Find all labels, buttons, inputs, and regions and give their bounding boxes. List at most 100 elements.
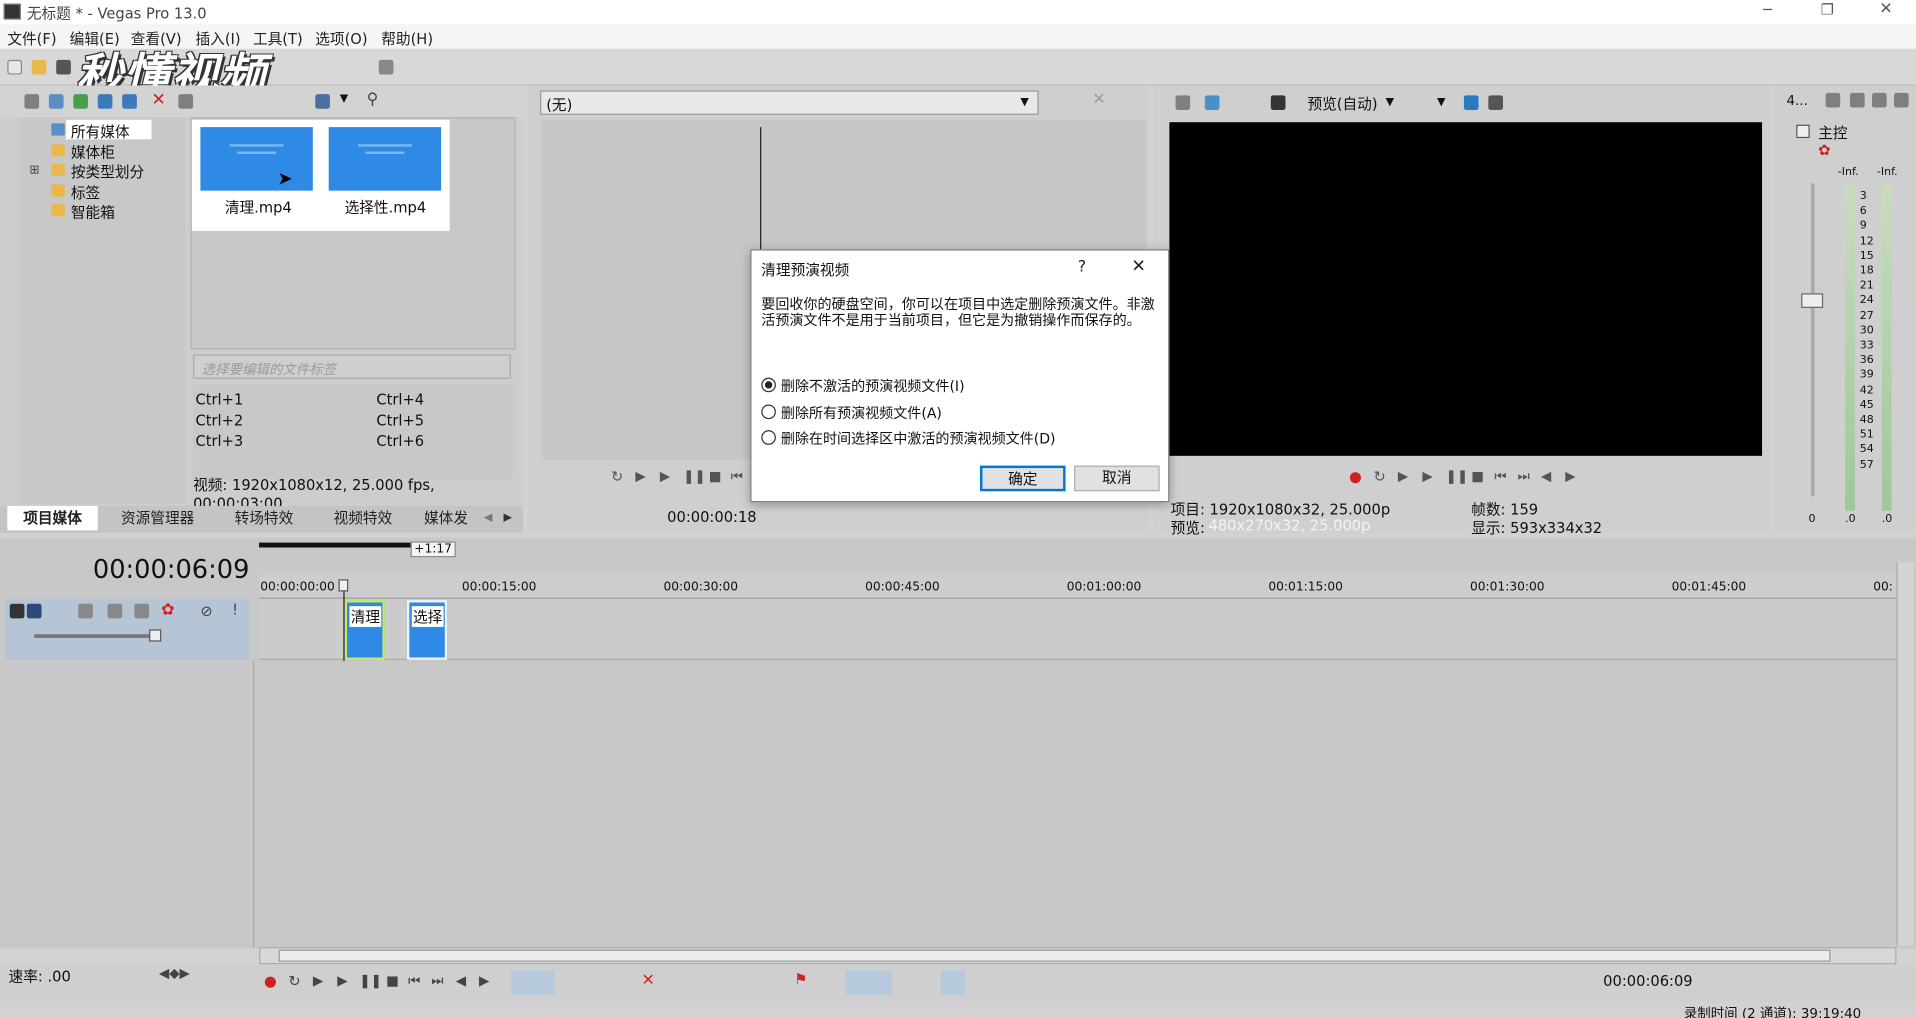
- properties-icon[interactable]: [178, 94, 194, 109]
- master-checkbox[interactable]: [1796, 124, 1810, 139]
- chevron-down-icon[interactable]: ▼: [1437, 97, 1445, 109]
- stop-icon[interactable]: ■: [1471, 468, 1484, 484]
- tab-transitions[interactable]: 转场特效: [218, 506, 311, 530]
- play-from-start-icon[interactable]: ▶: [1398, 468, 1408, 484]
- maximize-button[interactable]: ❐: [1821, 1, 1834, 18]
- mixer-icon[interactable]: [1850, 92, 1865, 108]
- track-lane[interactable]: [259, 598, 1897, 660]
- close-window-button[interactable]: ✕: [1879, 0, 1892, 18]
- import-media-icon[interactable]: [24, 94, 40, 109]
- tree-item-smart-bins[interactable]: 智能箱: [71, 202, 115, 223]
- help-button[interactable]: ?: [1078, 258, 1086, 276]
- delete-icon[interactable]: ✕: [642, 972, 655, 990]
- views-icon[interactable]: [315, 94, 330, 109]
- mixer-icon[interactable]: [1872, 92, 1887, 108]
- record-icon[interactable]: ●: [1349, 468, 1362, 485]
- tree-item-all-media[interactable]: 所有媒体: [71, 121, 130, 142]
- go-to-start-icon[interactable]: ⏮: [731, 468, 743, 485]
- loop-icon[interactable]: ↻: [288, 973, 300, 990]
- go-to-start-icon[interactable]: ⏮: [408, 973, 420, 990]
- media-name-1[interactable]: 清理.mp4: [225, 197, 292, 218]
- search-icon[interactable]: ⚲: [367, 90, 379, 108]
- trimmer-close-icon[interactable]: ✕: [1092, 90, 1105, 108]
- preview-mode-label[interactable]: 预览(自动): [1307, 93, 1377, 114]
- tree-item-tags[interactable]: 标签: [71, 182, 100, 203]
- fx-icon[interactable]: ✿: [1818, 142, 1830, 159]
- media-thumb-2[interactable]: [328, 127, 442, 191]
- mixer-icon[interactable]: [1825, 92, 1841, 108]
- tag-input[interactable]: 选择要编辑的文件标签: [193, 354, 511, 379]
- clip-1[interactable]: 清理: [344, 600, 385, 660]
- track-minimize-icon[interactable]: [9, 603, 25, 619]
- play-icon[interactable]: ▶: [660, 468, 670, 484]
- mixer-icon[interactable]: [1894, 92, 1909, 108]
- go-to-end-icon[interactable]: ⏭: [431, 973, 443, 990]
- marker-icon[interactable]: ⚑: [794, 970, 807, 987]
- prev-frame-icon[interactable]: ◀: [456, 973, 466, 989]
- stop-icon[interactable]: ■: [709, 468, 722, 484]
- loop-region-bar[interactable]: [259, 542, 411, 548]
- pause-icon[interactable]: ❚❚: [1446, 468, 1469, 484]
- option-label-inactive[interactable]: 删除不激活的预演视频文件(I): [781, 376, 965, 396]
- capture-icon[interactable]: [48, 94, 64, 109]
- radio-all-files[interactable]: [761, 404, 776, 420]
- go-to-start-icon[interactable]: ⏮: [1494, 468, 1506, 485]
- tab-scroll-left-icon[interactable]: ◀: [484, 512, 492, 524]
- snapping-button[interactable]: [845, 970, 893, 995]
- dialog-close-button[interactable]: ✕: [1132, 257, 1146, 277]
- menu-options[interactable]: 选项(O): [315, 28, 367, 49]
- external-monitor-icon[interactable]: [1204, 95, 1220, 110]
- loop-icon[interactable]: ↻: [611, 468, 623, 485]
- stop-icon[interactable]: ■: [386, 973, 399, 989]
- pause-icon[interactable]: ❚❚: [683, 468, 706, 484]
- expand-icon[interactable]: ⊞: [29, 164, 39, 177]
- new-icon[interactable]: [7, 59, 22, 75]
- master-fader-handle[interactable]: [1801, 293, 1824, 308]
- ripple-button[interactable]: [940, 970, 966, 995]
- pause-icon[interactable]: ❚❚: [359, 973, 382, 989]
- rate-slider-icon[interactable]: ◀◆▶: [159, 965, 190, 981]
- tab-project-media[interactable]: 项目媒体: [7, 505, 98, 531]
- motion-icon[interactable]: [107, 603, 123, 619]
- track-level-handle[interactable]: [149, 629, 162, 642]
- next-frame-icon[interactable]: ▶: [479, 973, 489, 989]
- remove-media-icon[interactable]: ✕: [152, 90, 166, 110]
- save-snapshot-icon[interactable]: [1488, 95, 1503, 110]
- get-media-icon[interactable]: [73, 94, 88, 109]
- media-thumb-1[interactable]: [200, 127, 313, 191]
- tab-media-generators[interactable]: 媒体发: [415, 506, 476, 530]
- edit-tool-button[interactable]: [510, 970, 555, 995]
- views-dropdown-icon[interactable]: ▼: [340, 93, 348, 105]
- option-label-all[interactable]: 删除所有预演视频文件(A): [781, 403, 942, 423]
- trimmer-dropdown[interactable]: (无) ▼: [540, 90, 1039, 115]
- clip-2[interactable]: 选择: [406, 600, 448, 660]
- next-frame-icon[interactable]: ▶: [1565, 468, 1575, 484]
- refresh-icon[interactable]: [97, 94, 113, 109]
- tree-item-media-bins[interactable]: 媒体柜: [71, 142, 115, 163]
- option-label-selection[interactable]: 删除在时间选择区中激活的预演视频文件(D): [781, 429, 1056, 449]
- pan-crop-icon[interactable]: [134, 603, 150, 619]
- compositing-icon[interactable]: [78, 603, 93, 619]
- ok-button[interactable]: 确定: [979, 465, 1066, 492]
- copy-snapshot-icon[interactable]: [1463, 95, 1479, 110]
- tab-explorer[interactable]: 资源管理器: [105, 506, 210, 530]
- cursor-marker[interactable]: [338, 579, 349, 592]
- tab-scroll-right-icon[interactable]: ▶: [503, 512, 511, 524]
- play-from-start-icon[interactable]: ▶: [313, 973, 323, 989]
- vertical-scrollbar[interactable]: [1896, 562, 1914, 946]
- prev-frame-icon[interactable]: ◀: [1541, 468, 1551, 484]
- go-to-end-icon[interactable]: ⏭: [1518, 468, 1530, 485]
- whats-this-icon[interactable]: [378, 59, 394, 75]
- menu-help[interactable]: 帮助(H): [381, 28, 433, 49]
- radio-selection-files[interactable]: [761, 430, 776, 445]
- chevron-down-icon[interactable]: ▼: [1386, 97, 1394, 109]
- solo-icon[interactable]: !: [232, 601, 238, 618]
- record-icon[interactable]: ●: [264, 973, 277, 990]
- search-media-icon[interactable]: [122, 94, 137, 109]
- minimize-button[interactable]: ─: [1763, 1, 1772, 18]
- cancel-button[interactable]: 取消: [1074, 465, 1160, 492]
- loop-icon[interactable]: ↻: [1373, 468, 1385, 485]
- track-fx-icon[interactable]: ✿: [161, 601, 174, 619]
- scroll-thumb[interactable]: [278, 949, 1831, 962]
- play-icon[interactable]: ▶: [337, 973, 347, 989]
